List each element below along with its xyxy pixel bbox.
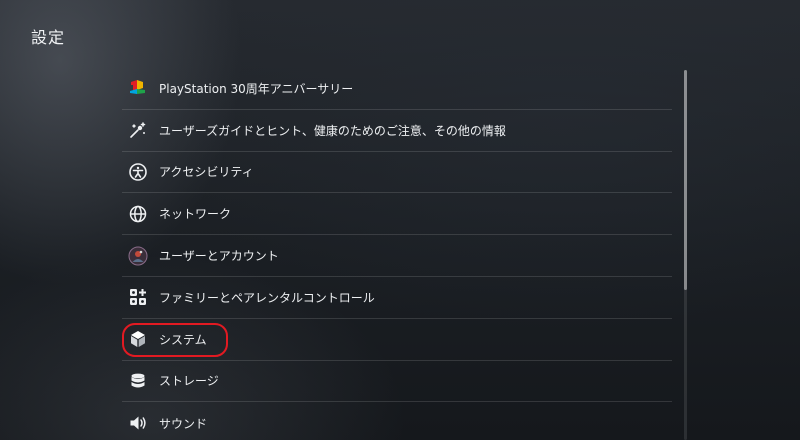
playstation-logo-icon (128, 78, 148, 98)
menu-item-ps-anniversary[interactable]: PlayStation 30周年アニバーサリー (122, 68, 672, 110)
menu-item-label: ファミリーとペアレンタルコントロール (159, 290, 375, 305)
user-avatar-icon (128, 246, 148, 266)
menu-item-label: システム (159, 332, 207, 347)
user-guide-icon (128, 120, 148, 140)
scrollbar[interactable] (684, 70, 687, 440)
menu-item-storage[interactable]: ストレージ (122, 361, 672, 403)
menu-item-users-accounts[interactable]: ユーザーとアカウント (122, 235, 672, 277)
storage-icon (128, 371, 148, 391)
menu-item-label: サウンド (159, 416, 208, 431)
menu-item-label: ネットワーク (159, 207, 232, 222)
cube-icon (128, 329, 148, 349)
accessibility-icon (128, 162, 148, 182)
page-title: 設定 (31, 28, 66, 47)
menu-item-user-guide[interactable]: ユーザーズガイドとヒント、健康のためのご注意、その他の情報 (122, 110, 672, 152)
settings-menu: PlayStation 30周年アニバーサリー ユーザーズガイドとヒント、健康の… (122, 68, 672, 440)
menu-item-sound[interactable]: サウンド (122, 402, 672, 440)
settings-screen: 設定 PlayStation 30周年アニバーサリー ユーザーズガイドとヒント、… (0, 0, 800, 440)
speaker-icon (128, 413, 148, 433)
scrollbar-thumb[interactable] (684, 70, 687, 290)
menu-item-system[interactable]: システム (122, 319, 672, 361)
menu-item-network[interactable]: ネットワーク (122, 193, 672, 236)
globe-icon (128, 204, 148, 224)
menu-item-label: ストレージ (159, 374, 219, 389)
menu-item-label: PlayStation 30周年アニバーサリー (159, 81, 354, 96)
menu-item-label: アクセシビリティ (159, 165, 254, 180)
family-icon (128, 287, 148, 307)
menu-item-label: ユーザーズガイドとヒント、健康のためのご注意、その他の情報 (159, 123, 506, 138)
menu-item-family-parental[interactable]: ファミリーとペアレンタルコントロール (122, 277, 672, 319)
menu-item-accessibility[interactable]: アクセシビリティ (122, 152, 672, 194)
menu-item-label: ユーザーとアカウント (159, 249, 279, 264)
